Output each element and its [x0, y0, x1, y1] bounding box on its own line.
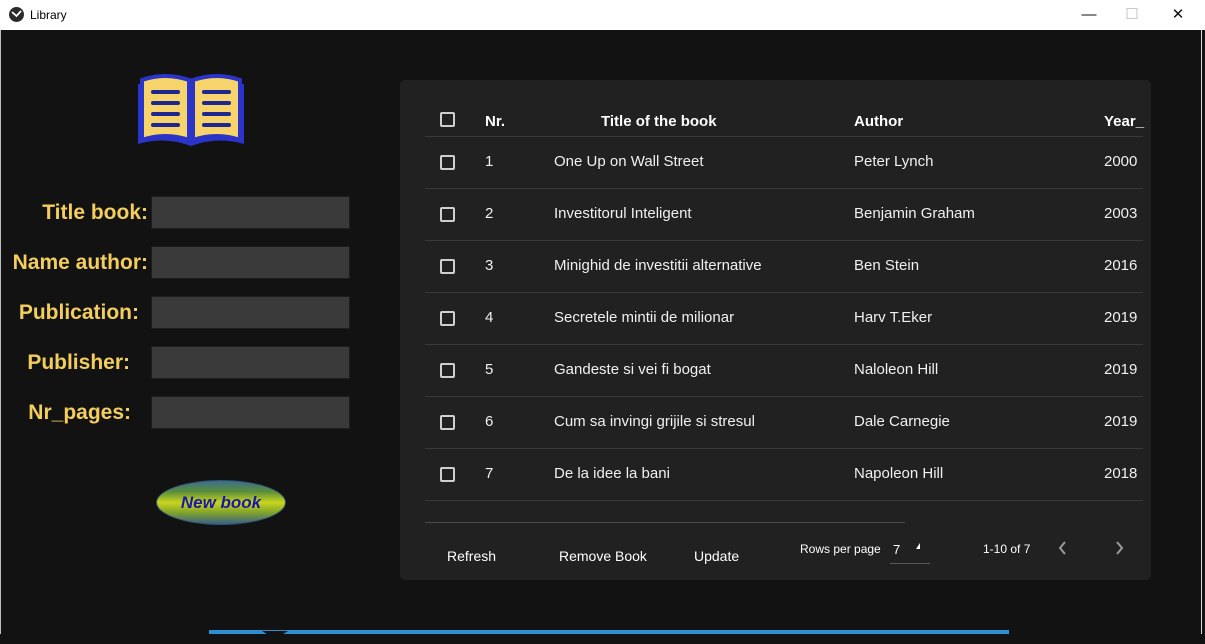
cell-title: Secretele mintii de milionar [554, 309, 735, 326]
cell-title: One Up on Wall Street [554, 153, 704, 170]
minimize-button[interactable]: — [1066, 0, 1112, 30]
cell-year: 2016 [1104, 257, 1138, 274]
pagination-range: 1-10 of 7 [983, 542, 1031, 556]
cell-year: 2018 [1104, 465, 1138, 482]
new-book-button[interactable]: New book [156, 480, 286, 525]
cell-year: 2000 [1104, 153, 1138, 170]
window-border-left [0, 30, 1, 634]
table-row[interactable]: 4 Secretele mintii de milionar Harv T.Ek… [425, 293, 1143, 345]
open-book-icon [135, 70, 247, 150]
nr-pages-input[interactable] [151, 396, 350, 429]
cell-author: Harv T.Eker [854, 309, 933, 326]
rows-per-page-select[interactable]: 7 [890, 538, 930, 564]
publisher-label: Publisher: [27, 351, 130, 374]
cell-author: Peter Lynch [854, 153, 934, 170]
publisher-input[interactable] [151, 346, 350, 379]
cell-nr: 4 [485, 309, 494, 326]
cell-nr: 3 [485, 257, 494, 274]
header-author[interactable]: Author [854, 113, 903, 130]
cell-author: Ben Stein [854, 257, 920, 274]
header-title[interactable]: Title of the book [601, 113, 717, 130]
rows-per-page-value: 7 [893, 542, 901, 557]
cell-year: 2019 [1104, 361, 1138, 378]
maximize-button[interactable]: ☐ [1109, 0, 1155, 30]
row-checkbox[interactable] [440, 311, 455, 326]
table-row[interactable]: 7 De la idee la bani Napoleon Hill 2018 [425, 449, 1143, 501]
header-year[interactable]: Year_ [1104, 113, 1144, 130]
row-checkbox[interactable] [440, 259, 455, 274]
cell-nr: 2 [485, 205, 494, 222]
cell-author: Dale Carnegie [854, 413, 950, 430]
table-row[interactable]: 1 One Up on Wall Street Peter Lynch 2000 [425, 137, 1143, 189]
table-row[interactable]: 2 Investitorul Inteligent Benjamin Graha… [425, 189, 1143, 241]
window-titlebar: Library — ☐ ✕ [0, 0, 1205, 30]
header-nr[interactable]: Nr. [485, 113, 505, 130]
name-author-input[interactable] [151, 246, 350, 279]
app-icon [9, 7, 24, 22]
cell-year: 2003 [1104, 205, 1138, 222]
books-table: Nr. Title of the book Author Year_ 1 One… [425, 102, 1144, 501]
cell-title: Cum sa invingi grijile si stresul [554, 413, 755, 430]
table-row[interactable]: 3 Minighid de investitii alternative Ben… [425, 241, 1143, 293]
update-button[interactable]: Update [694, 548, 739, 564]
window-border-right [1201, 30, 1202, 634]
row-checkbox[interactable] [440, 467, 455, 482]
title-book-input[interactable] [151, 196, 350, 229]
cell-author: Benjamin Graham [854, 205, 975, 222]
chevron-left-icon[interactable] [1053, 538, 1073, 558]
dropdown-arrow-icon [916, 543, 920, 549]
cell-nr: 6 [485, 413, 494, 430]
row-checkbox[interactable] [440, 155, 455, 170]
cell-title: Investitorul Inteligent [554, 205, 692, 222]
cell-title: De la idee la bani [554, 465, 670, 482]
taskbar-icon [262, 626, 288, 639]
cell-year: 2019 [1104, 309, 1138, 326]
cell-year: 2019 [1104, 413, 1138, 430]
row-checkbox[interactable] [440, 415, 455, 430]
books-table-panel: Nr. Title of the book Author Year_ 1 One… [400, 80, 1151, 580]
taskbar-strip [209, 630, 1009, 634]
nr-pages-label: Nr_pages: [28, 401, 131, 424]
publication-label: Publication: [18, 301, 139, 324]
cell-nr: 1 [485, 153, 494, 170]
publication-input[interactable] [151, 296, 350, 329]
refresh-button[interactable]: Refresh [447, 548, 496, 564]
window-title: Library [30, 8, 67, 22]
cell-nr: 5 [485, 361, 494, 378]
cell-author: Naloleon Hill [854, 361, 939, 378]
footer-divider [425, 522, 905, 523]
select-all-checkbox[interactable] [440, 112, 455, 127]
cell-author: Napoleon Hill [854, 465, 944, 482]
cell-title: Gandeste si vei fi bogat [554, 361, 711, 378]
rows-per-page-label: Rows per page [800, 542, 881, 556]
remove-book-button[interactable]: Remove Book [559, 548, 647, 564]
title-book-label: Title book: [42, 201, 148, 224]
table-row[interactable]: 6 Cum sa invingi grijile si stresul Dale… [425, 397, 1143, 449]
table-row[interactable]: 5 Gandeste si vei fi bogat Naloleon Hill… [425, 345, 1143, 397]
chevron-right-icon[interactable] [1109, 538, 1129, 558]
table-header: Nr. Title of the book Author Year_ [425, 102, 1144, 137]
cell-title: Minighid de investitii alternative [554, 257, 762, 274]
name-author-label: Name author: [12, 251, 148, 274]
cell-nr: 7 [485, 465, 494, 482]
row-checkbox[interactable] [440, 363, 455, 378]
row-checkbox[interactable] [440, 207, 455, 222]
close-button[interactable]: ✕ [1155, 0, 1201, 30]
